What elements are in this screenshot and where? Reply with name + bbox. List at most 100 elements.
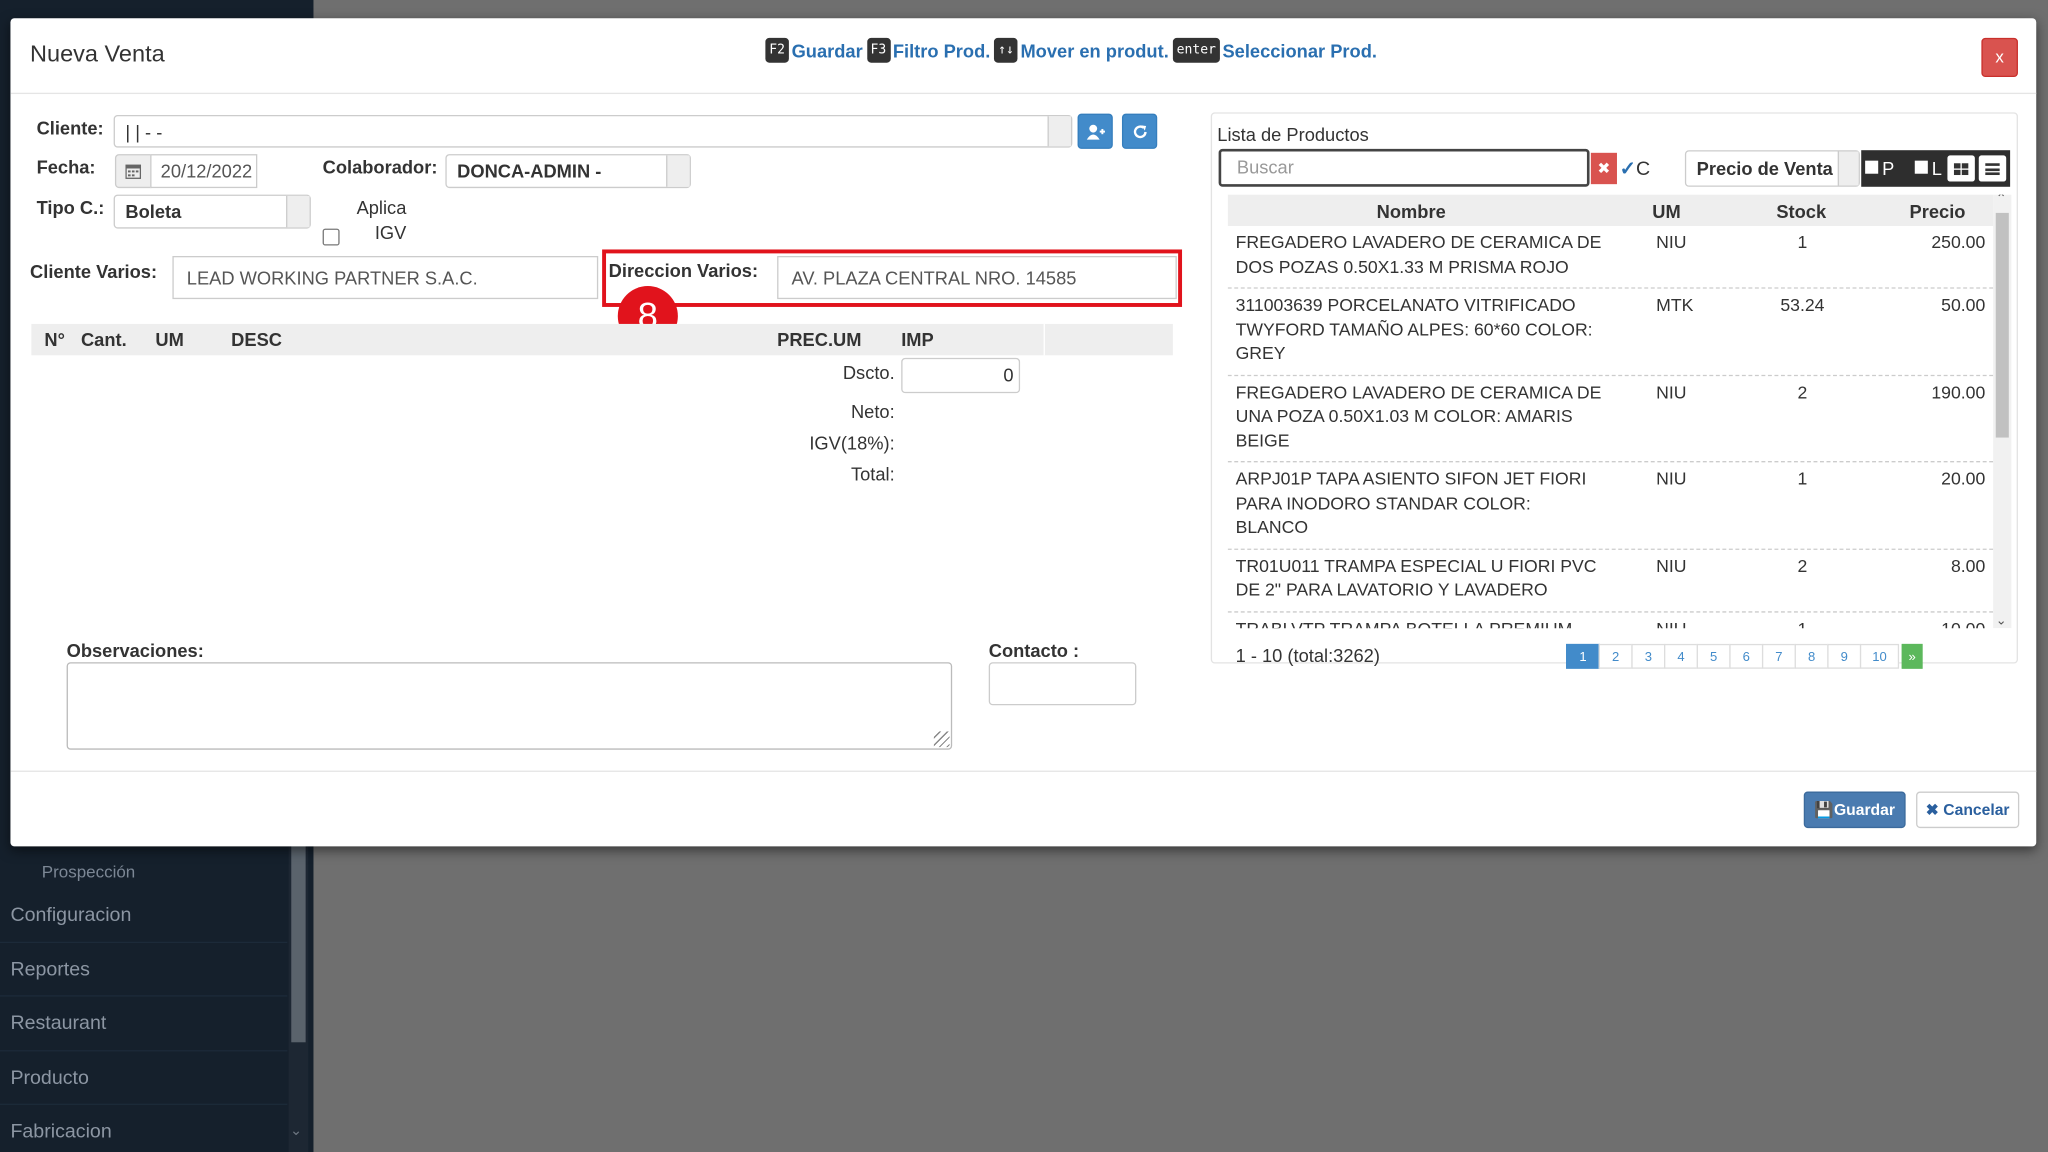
clear-search-button[interactable]: ✖ <box>1590 152 1617 185</box>
column-header-um: UM <box>155 329 184 351</box>
shortcut-key-arrows: ↑↓ <box>994 37 1018 63</box>
column-header-desc: DESC <box>231 329 282 351</box>
cancel-button-label: Cancelar <box>1943 800 2010 819</box>
shortcut-label-mover: Mover en produt. <box>1020 39 1169 61</box>
product-name: ARPJ01P TAPA ASIENTO SIFON JET FIORI PAR… <box>1235 468 1587 537</box>
shortcut-key-f3: F3 <box>866 37 891 63</box>
tipo-comprobante-value: Boleta <box>125 201 182 223</box>
pagination-info: 1 - 10 (total:3262) <box>1235 645 1380 667</box>
aplica-igv-label-line2: IGV <box>374 222 407 243</box>
page-link-10[interactable]: 10 <box>1859 643 1900 669</box>
product-row[interactable]: TRABLVTP TRAMPA BOTELLA PREMIUM FIORI PV… <box>1228 612 1993 628</box>
chevron-down-icon[interactable] <box>1047 116 1072 147</box>
aplica-igv-checkbox[interactable] <box>322 228 340 246</box>
total-label: Total: <box>850 463 895 485</box>
page-link-7[interactable]: 7 <box>1761 643 1796 669</box>
product-row[interactable]: ARPJ01P TAPA ASIENTO SIFON JET FIORI PAR… <box>1227 462 1994 550</box>
list-view-button[interactable] <box>1978 155 2007 182</box>
price-type-select[interactable]: Precio de Venta <box>1684 150 1860 187</box>
product-row[interactable]: 311003639 PORCELANATO VITRIFICADO TWYFOR… <box>1227 289 1994 376</box>
items-table-header: N° Cant. UM DESC PREC.UM IMP <box>31 323 1173 356</box>
tipo-comprobante-select[interactable]: Boleta <box>113 194 311 229</box>
product-stock: 1 <box>1797 618 1808 629</box>
chevron-down-icon[interactable] <box>286 195 310 228</box>
option-l-checkbox[interactable]: L <box>1914 158 1942 179</box>
product-stock: 1 <box>1797 468 1808 489</box>
grid-view-button[interactable] <box>1947 155 1975 182</box>
contacto-input[interactable] <box>988 662 1137 706</box>
refresh-button[interactable] <box>1121 113 1158 149</box>
chevron-up-icon[interactable]: ⌃ <box>1996 195 2007 207</box>
page-link-9[interactable]: 9 <box>1827 643 1862 669</box>
product-row[interactable]: FREGADERO LAVADERO DE CERAMICA DE DOS PO… <box>1227 226 1994 289</box>
product-name: TRABLVTP TRAMPA BOTELLA PREMIUM FIORI PV… <box>1235 618 1573 629</box>
product-table: Nombre UM Stock Precio FREGADERO LAVADER… <box>1227 194 1994 628</box>
product-table-scrollbar[interactable]: ⌃ ⌄ <box>1993 194 2012 629</box>
chevron-down-icon[interactable]: ⌄ <box>1996 614 2007 628</box>
product-price: 250.00 <box>1931 232 1986 253</box>
product-price: 10.00 <box>1941 618 1986 629</box>
fecha-input[interactable]: 20/12/2022 <box>150 154 258 189</box>
product-search-input[interactable]: Buscar <box>1218 148 1590 187</box>
chevron-down-icon[interactable] <box>1837 151 1859 186</box>
close-button[interactable]: x <box>1981 37 2018 78</box>
c-filter-checkbox[interactable]: ✓C <box>1619 157 1651 181</box>
add-user-icon <box>1086 124 1105 140</box>
floppy-disk-icon: 💾 <box>1814 800 1834 819</box>
chevron-down-icon[interactable]: ⌄ <box>290 1122 302 1139</box>
screen: Prospección Configuracion Reportes Resta… <box>0 0 2048 1152</box>
product-um: NIU <box>1656 232 1687 253</box>
option-p-checkbox[interactable]: P <box>1865 158 1894 179</box>
chevron-down-icon[interactable] <box>666 155 690 187</box>
cliente-select[interactable]: | | - - <box>113 114 1073 148</box>
dscto-input[interactable]: 0 <box>901 357 1021 394</box>
product-row[interactable]: FREGADERO LAVADERO DE CERAMICA DE UNA PO… <box>1227 376 1994 463</box>
dscto-label: Dscto. <box>842 361 895 383</box>
colaborador-select[interactable]: DONCA-ADMIN - <box>445 154 691 189</box>
grid-icon <box>1953 162 1969 175</box>
column-header-imp: IMP <box>901 329 934 351</box>
product-view-toolbar: P L <box>1861 150 2011 187</box>
sidebar-item-restaurant[interactable]: Restaurant <box>0 997 288 1051</box>
product-row[interactable]: TR01U011 TRAMPA ESPECIAL U FIORI PVC DE … <box>1227 549 1994 612</box>
highlight-box <box>602 249 1183 307</box>
product-scroll-thumb[interactable] <box>1995 212 2009 438</box>
page-link-4[interactable]: 4 <box>1663 643 1698 669</box>
calendar-icon[interactable] <box>114 154 152 189</box>
shortcut-label-seleccionar: Seleccionar Prod. <box>1222 39 1377 61</box>
column-header-precio: Precio <box>1909 201 1966 223</box>
shortcut-key-f2: F2 <box>765 37 789 63</box>
page-link-6[interactable]: 6 <box>1729 643 1764 669</box>
sidebar-item-producto[interactable]: Producto <box>0 1051 288 1105</box>
cliente-varios-input[interactable]: LEAD WORKING PARTNER S.A.C. <box>172 255 599 300</box>
resize-handle-icon[interactable] <box>933 731 950 748</box>
next-page-button[interactable]: » <box>1901 643 1923 669</box>
sidebar-item-configuracion[interactable]: Configuracion <box>0 888 288 943</box>
observaciones-textarea[interactable] <box>66 662 953 750</box>
product-price: 8.00 <box>1950 555 1986 576</box>
save-button-label: Guardar <box>1833 800 1895 819</box>
list-icon <box>1985 162 2000 175</box>
sidebar-item-reportes[interactable]: Reportes <box>0 942 288 997</box>
page-link-1[interactable]: 1 <box>1566 643 1600 669</box>
product-um: NIU <box>1656 468 1687 489</box>
page-link-5[interactable]: 5 <box>1696 643 1731 669</box>
tipo-comprobante-label: Tipo C.: <box>36 197 105 219</box>
save-button[interactable]: 💾Guardar <box>1803 791 1906 829</box>
colaborador-select-value: DONCA-ADMIN - <box>457 160 602 182</box>
checkmark-icon: ✓ <box>1619 158 1637 181</box>
add-client-button[interactable] <box>1077 113 1113 149</box>
neto-label: Neto: <box>850 400 895 422</box>
page-link-3[interactable]: 3 <box>1631 643 1666 669</box>
product-table-header: Nombre UM Stock Precio <box>1227 194 1994 226</box>
header-separator <box>1043 323 1045 356</box>
sidebar-item-fabricacion[interactable]: Fabricacion <box>0 1105 287 1152</box>
product-name: 311003639 PORCELANATO VITRIFICADO TWYFOR… <box>1235 295 1593 364</box>
contacto-label: Contacto : <box>988 639 1080 661</box>
cancel-button[interactable]: ✖ Cancelar <box>1916 791 2020 829</box>
page-link-8[interactable]: 8 <box>1794 643 1829 669</box>
page-link-2[interactable]: 2 <box>1598 643 1633 669</box>
igv-label: IGV(18%): <box>809 432 895 454</box>
product-price: 190.00 <box>1931 382 1986 402</box>
modal-footer <box>10 770 2037 847</box>
